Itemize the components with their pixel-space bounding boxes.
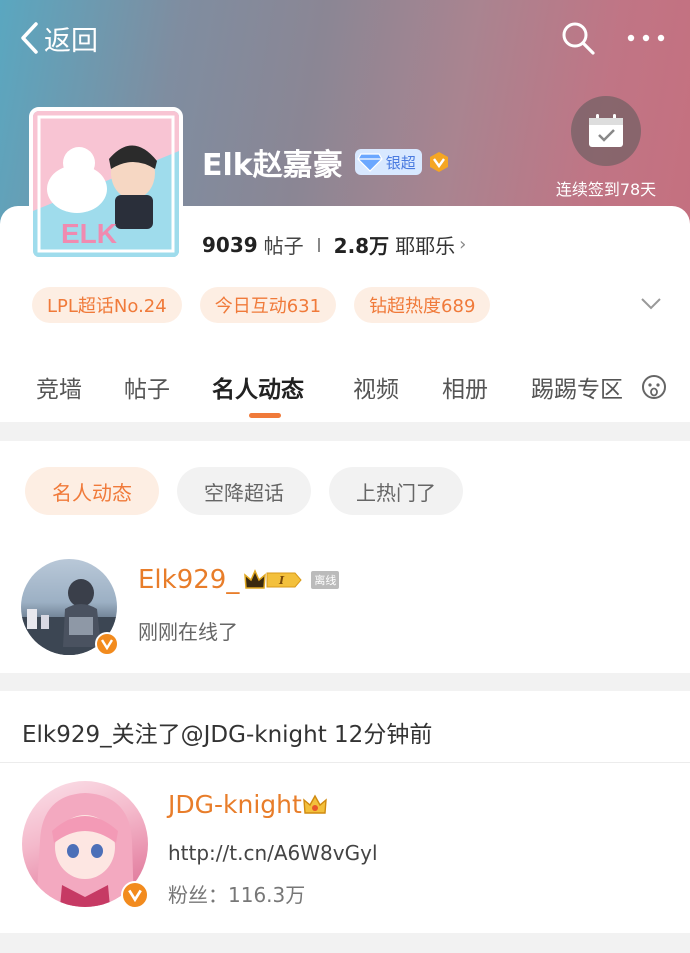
svg-text:ELK: ELK	[61, 218, 117, 249]
super-topic-avatar[interactable]: ELK	[29, 107, 183, 261]
pill-interaction[interactable]: 今日互动631	[199, 287, 337, 323]
profile-name-row: Elk赵嘉豪 银超	[202, 140, 450, 184]
celebrity-feed-section: 名人动态 空降超话 上热门了 Elk929_ I 离线 刚刚在线了	[0, 441, 690, 673]
online-user-row: Elk929_ I 离线	[138, 565, 340, 595]
badge-label: 银超	[385, 153, 416, 172]
more-icon[interactable]	[626, 33, 666, 43]
checkin-button[interactable]	[571, 96, 641, 166]
profile-name: Elk赵嘉豪	[202, 148, 343, 183]
posts-label: 帖子	[263, 234, 304, 258]
fans-label: 耶耶乐	[395, 234, 456, 258]
back-button[interactable]: 返回	[18, 18, 98, 58]
verified-badge-icon	[121, 881, 149, 909]
verified-badge-icon	[95, 632, 119, 656]
crown-icon	[302, 794, 327, 814]
online-status-text: 刚刚在线了	[138, 620, 238, 644]
fans-count: 2.8万	[333, 234, 390, 258]
crown-level-icon: I	[244, 569, 303, 589]
offline-tag: 离线	[311, 571, 340, 589]
follow-event-text[interactable]: Elk929_关注了@JDG-knight 12分钟前	[22, 715, 432, 749]
jdg-fans-count: 粉丝：116.3万	[168, 883, 306, 907]
checkin-label: 连续签到78天	[555, 180, 657, 199]
jdg-profile-link[interactable]: http://t.cn/A6W8vGyl	[168, 841, 378, 865]
tab-bar: 竞墙 帖子 名人动态 视频 相册 踢踢专区	[0, 362, 690, 422]
elk-cartoon-avatar: ELK	[33, 111, 179, 257]
chevron-left-icon	[21, 22, 38, 54]
jdg-name-row: JDG-knight	[168, 790, 328, 819]
svg-text:I: I	[278, 574, 285, 587]
tab-titi-zone[interactable]: 踢踢专区	[531, 370, 623, 404]
tab-videos[interactable]: 视频	[353, 370, 399, 404]
verified-v-icon	[429, 152, 448, 172]
pill-rank[interactable]: LPL超话No.24	[32, 287, 182, 323]
subtab-celebrity[interactable]: 名人动态	[25, 467, 159, 515]
level-badge: I	[243, 568, 305, 592]
stat-pills: LPL超话No.24 今日互动631 钻超热度689	[32, 287, 508, 323]
active-tab-indicator	[249, 413, 281, 418]
subtab-airdrop[interactable]: 空降超话	[177, 467, 311, 515]
silver-super-badge[interactable]: 银超	[354, 149, 422, 175]
subtab-hot[interactable]: 上热门了	[329, 467, 463, 515]
chevron-right-icon: ›	[459, 234, 467, 255]
top-bar: 返回	[0, 0, 690, 76]
stats-row[interactable]: 9039 帖子 2.8万 耶耶乐 ›	[202, 230, 466, 259]
back-label: 返回	[44, 25, 98, 57]
posts-count: 9039	[202, 232, 258, 257]
stats-divider	[317, 237, 320, 252]
scared-face-icon	[642, 375, 666, 399]
divider	[0, 762, 690, 763]
tab-celebrity[interactable]: 名人动态	[212, 370, 304, 404]
tab-album[interactable]: 相册	[442, 370, 488, 404]
diamond-icon	[356, 153, 383, 172]
tab-posts[interactable]: 帖子	[124, 370, 170, 404]
calendar-check-icon	[589, 114, 623, 147]
search-icon[interactable]	[560, 20, 596, 56]
tab-jingqiang[interactable]: 竞墙	[36, 370, 82, 404]
pill-heat[interactable]: 钻超热度689	[354, 287, 491, 323]
jdg-user-name[interactable]: JDG-knight	[168, 790, 302, 819]
follow-event-section: Elk929_关注了@JDG-knight 12分钟前 JDG-knight h…	[0, 691, 690, 933]
online-user-name[interactable]: Elk929_	[138, 565, 239, 595]
chevron-down-icon[interactable]	[640, 296, 662, 312]
